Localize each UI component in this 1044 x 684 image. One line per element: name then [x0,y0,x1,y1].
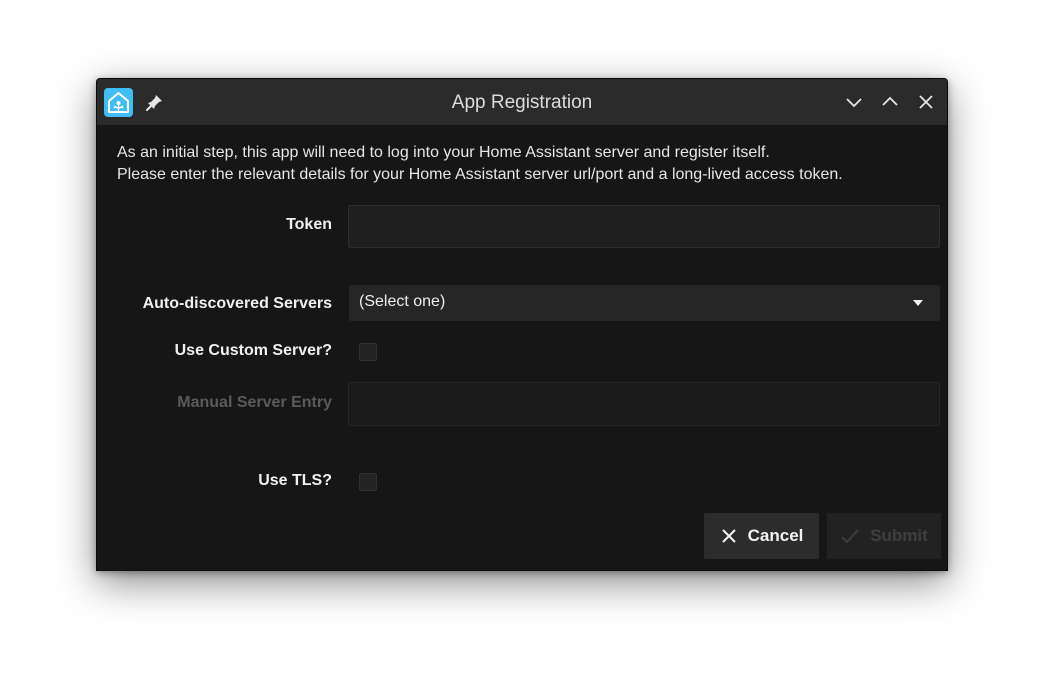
manual-server-entry-input[interactable] [348,382,940,426]
chevron-down-icon [846,98,862,108]
use-custom-server-checkbox[interactable] [359,343,377,361]
title-bar[interactable]: App Registration [97,79,947,125]
intro-line-2: Please enter the relevant details for yo… [117,166,843,183]
token-input[interactable] [348,205,940,248]
intro-line-1: As an initial step, this app will need t… [117,144,770,161]
close-button[interactable] [916,92,936,112]
submit-button[interactable]: Submit [827,513,941,559]
auto-discovered-servers-select[interactable]: (Select one) [349,285,940,321]
use-tls-label: Use TLS? [258,472,332,489]
caret-down-icon [913,300,923,306]
manual-server-entry-label: Manual Server Entry [177,394,332,411]
chevron-up-icon [882,96,898,106]
app-registration-window: App Registration As an initial step, thi… [96,78,948,571]
submit-button-label: Submit [870,526,928,545]
cancel-button-label: Cancel [747,526,804,545]
auto-discovered-servers-label: Auto-discovered Servers [142,295,332,312]
close-icon [721,529,736,543]
use-tls-checkbox[interactable] [359,473,377,491]
window-title: App Registration [451,92,593,113]
cancel-button[interactable]: Cancel [704,513,819,559]
use-custom-server-label: Use Custom Server? [174,342,332,359]
maximize-button[interactable] [880,92,900,112]
close-icon [919,95,933,109]
intro-text: As an initial step, this app will need t… [117,142,937,186]
minimize-button[interactable] [844,92,864,112]
token-label: Token [286,216,332,233]
checkmark-icon [841,529,859,544]
selected-server: (Select one) [359,293,446,310]
